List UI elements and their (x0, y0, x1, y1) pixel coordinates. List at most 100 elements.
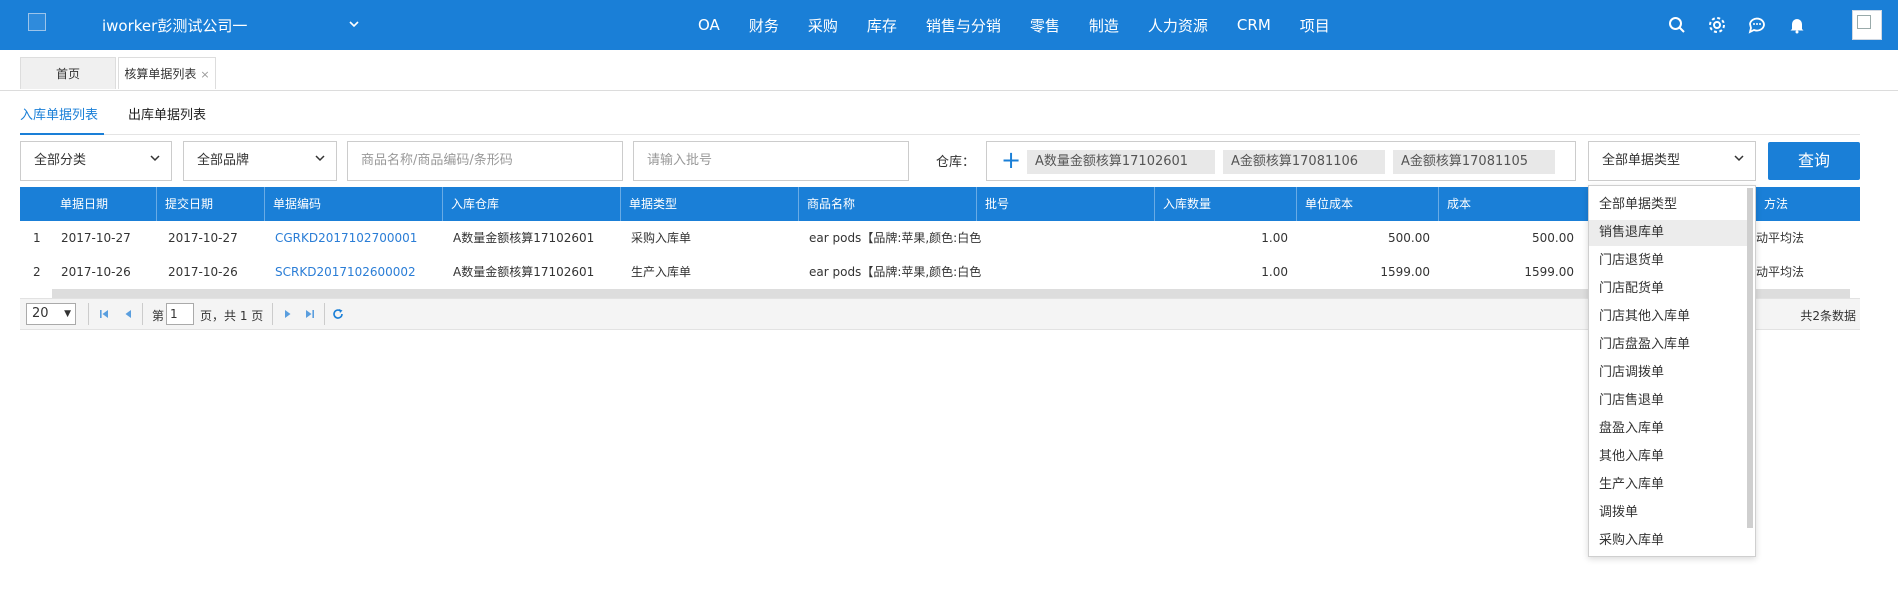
table-header: 单据日期 提交日期 单据编码 入库仓库 单据类型 商品名称 批号 入库数量 单位… (20, 187, 1860, 221)
column-header[interactable]: 提交日期 (156, 187, 264, 221)
nav-item-finance[interactable]: 财务 (749, 15, 779, 36)
avatar-image-icon (1857, 15, 1871, 29)
brand-select[interactable]: 全部品牌 (183, 141, 337, 181)
product-name: ear pods【品牌:苹果,颜色:白色 (809, 231, 982, 245)
column-header[interactable]: 单据编码 (264, 187, 442, 221)
column-header[interactable]: 单位成本 (1296, 187, 1438, 221)
unit-cost: 500.00 (1388, 231, 1430, 245)
next-page-icon[interactable] (282, 308, 294, 320)
nav-item-hr[interactable]: 人力资源 (1148, 15, 1208, 36)
page-number-input[interactable]: 1 (166, 303, 194, 325)
dropdown-option[interactable]: 门店调拨单 (1589, 360, 1747, 386)
submit-date: 2017-10-26 (168, 265, 238, 279)
row-index: 1 (33, 231, 41, 245)
column-header[interactable]: 商品名称 (798, 187, 976, 221)
quantity: 1.00 (1261, 231, 1288, 245)
nav-item-manufacturing[interactable]: 制造 (1089, 15, 1119, 36)
category-select[interactable]: 全部分类 (20, 141, 172, 181)
dropdown-option[interactable]: 采购入库单 (1589, 528, 1747, 554)
subtab-inbound[interactable]: 入库单据列表 (20, 104, 98, 123)
doc-type-select[interactable]: 全部单据类型 (1588, 141, 1756, 181)
warehouse-tag[interactable]: A金额核算17081106 (1223, 150, 1385, 174)
category-select-value: 全部分类 (34, 153, 87, 168)
page-tabs-bar (0, 50, 1898, 91)
bell-icon[interactable] (1786, 14, 1808, 36)
nav-item-purchase[interactable]: 采购 (808, 15, 838, 36)
chevron-down-icon (149, 142, 161, 180)
table-row[interactable]: 2 2017-10-26 2017-10-26 SCRKD20171026000… (20, 255, 1860, 289)
column-header[interactable]: 单据日期 (52, 187, 162, 221)
cost: 1599.00 (1524, 265, 1574, 279)
nav-item-retail[interactable]: 零售 (1030, 15, 1060, 36)
batch-number-input[interactable]: 请输入批号 (633, 141, 909, 181)
top-navbar: iworker彭测试公司一 OA 财务 采购 库存 销售与分销 零售 制造 人力… (0, 0, 1898, 50)
column-header[interactable]: 入库数量 (1154, 187, 1296, 221)
caret-down-icon: ▼ (64, 309, 71, 319)
dropdown-option[interactable]: 其他入库单 (1589, 444, 1747, 470)
nav-item-inventory[interactable]: 库存 (867, 15, 897, 36)
column-header[interactable]: 方法 (1756, 187, 1860, 221)
avatar[interactable] (1852, 10, 1882, 40)
first-page-icon[interactable] (98, 308, 110, 320)
total-count: 共2条数据 (1800, 309, 1856, 323)
nav-item-oa[interactable]: OA (698, 16, 720, 34)
chevron-down-icon (1733, 142, 1745, 180)
page-size-select[interactable]: 20 ▼ (26, 303, 76, 325)
warehouse-tag[interactable]: A数量金额核算17102601 (1027, 150, 1215, 174)
plus-icon[interactable]: + (1001, 145, 1021, 175)
dropdown-option[interactable]: 全部单据类型 (1589, 192, 1747, 218)
row-index: 2 (33, 265, 41, 279)
dropdown-option[interactable]: 门店配货单 (1589, 276, 1747, 302)
chat-icon[interactable] (1746, 14, 1768, 36)
last-page-icon[interactable] (304, 308, 316, 320)
column-header[interactable]: 成本 (1438, 187, 1588, 221)
tab-home-label: 首页 (55, 67, 80, 81)
warehouse-tag[interactable]: A金额核算17081105 (1393, 150, 1555, 174)
dropdown-scrollbar[interactable] (1747, 188, 1753, 528)
top-icons (1648, 14, 1808, 36)
prev-page-icon[interactable] (122, 308, 134, 320)
brand-select-value: 全部品牌 (197, 153, 250, 168)
dropdown-option[interactable]: 盘盈入库单 (1589, 416, 1747, 442)
nav-item-project[interactable]: 项目 (1300, 15, 1330, 36)
product-search-input[interactable]: 商品名称/商品编码/条形码 (347, 141, 623, 181)
dropdown-option[interactable]: 生产入库单 (1589, 472, 1747, 498)
subtab-divider (20, 134, 1860, 135)
method: 动平均法 (1756, 265, 1805, 279)
column-header[interactable]: 批号 (976, 187, 1154, 221)
dropdown-option[interactable]: 门店盘盈入库单 (1589, 332, 1747, 358)
chevron-down-icon[interactable] (348, 18, 360, 33)
dropdown-option[interactable]: 门店售退单 (1589, 388, 1747, 414)
warehouse-selector[interactable]: + A数量金额核算17102601 A金额核算17081106 A金额核算170… (986, 141, 1576, 181)
company-name[interactable]: iworker彭测试公司一 (102, 15, 247, 36)
doc-type-select-value: 全部单据类型 (1602, 153, 1681, 168)
tab-accounting-documents[interactable]: 核算单据列表 × (118, 57, 216, 89)
column-header[interactable]: 入库仓库 (442, 187, 620, 221)
nav-item-crm[interactable]: CRM (1237, 16, 1271, 34)
chevron-down-icon (314, 142, 326, 180)
warehouse: A数量金额核算17102601 (453, 231, 595, 245)
dropdown-option[interactable]: 门店退货单 (1589, 248, 1747, 274)
doc-type: 采购入库单 (631, 231, 692, 245)
dropdown-option[interactable]: 门店其他入库单 (1589, 304, 1747, 330)
gear-icon[interactable] (1706, 14, 1728, 36)
dropdown-option[interactable]: 销售退库单 (1589, 220, 1747, 246)
doc-code-link[interactable]: SCRKD2017102600002 (275, 255, 416, 289)
table-row[interactable]: 1 2017-10-27 2017-10-27 CGRKD20171027000… (20, 221, 1860, 255)
doc-code-link[interactable]: CGRKD2017102700001 (275, 221, 417, 255)
quantity: 1.00 (1261, 265, 1288, 279)
close-icon[interactable]: × (200, 68, 209, 81)
refresh-icon[interactable] (332, 308, 344, 320)
batch-number-placeholder: 请输入批号 (647, 153, 713, 168)
nav-item-sales[interactable]: 销售与分销 (926, 15, 1001, 36)
query-button[interactable]: 查询 (1768, 142, 1860, 180)
dropdown-option[interactable]: 调拨单 (1589, 500, 1747, 526)
tab-home[interactable]: 首页 (20, 57, 116, 89)
page-size-value: 20 (32, 306, 49, 321)
search-icon[interactable] (1666, 14, 1688, 36)
doc-type: 生产入库单 (631, 265, 692, 279)
subtab-outbound[interactable]: 出库单据列表 (128, 104, 206, 123)
column-header[interactable]: 单据类型 (620, 187, 798, 221)
doc-type-dropdown[interactable]: 全部单据类型 销售退库单 门店退货单 门店配货单 门店其他入库单 门店盘盈入库单… (1588, 185, 1756, 557)
horizontal-scrollbar[interactable] (52, 289, 1850, 298)
